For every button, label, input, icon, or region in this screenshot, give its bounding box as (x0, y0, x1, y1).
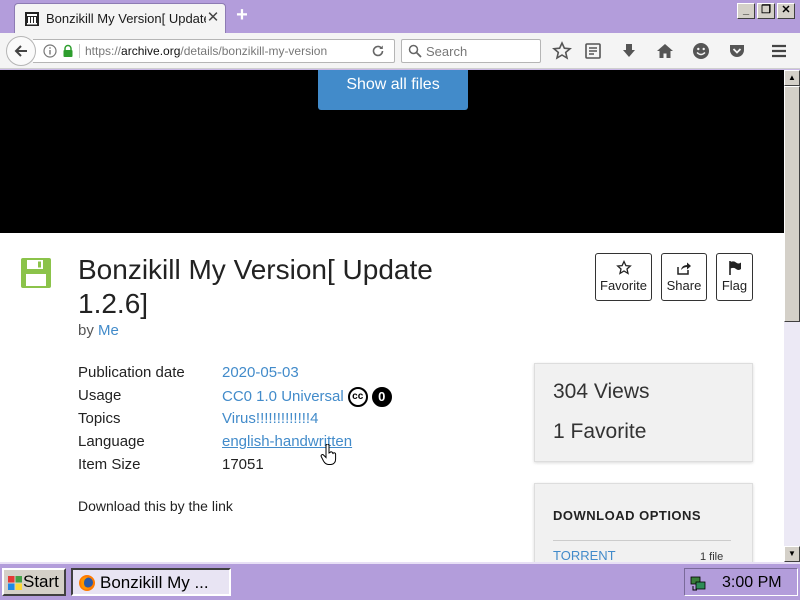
info-icon[interactable] (43, 44, 57, 58)
tab-title: Bonzikill My Version[ Update 1.2.6] (46, 11, 206, 26)
taskbar: Start Bonzikill My ... 3:00 PM (0, 562, 800, 600)
download-options-title: DOWNLOAD OPTIONS (553, 508, 702, 523)
language-label: Language (78, 433, 145, 450)
topics-link[interactable]: Virus!!!!!!!!!!!!!4 (222, 410, 318, 427)
cc-license-icon[interactable]: cc (347, 387, 368, 407)
search-icon (408, 44, 422, 58)
hand-cursor-icon (320, 444, 337, 465)
reload-icon[interactable] (370, 43, 386, 59)
network-tray-icon[interactable] (689, 574, 707, 592)
tab-strip: Bonzikill My Version[ Update 1.2.6] ✕ + … (0, 0, 800, 33)
byline: by Me (78, 322, 119, 339)
usage-license-link[interactable]: CC0 1.0 Universal (222, 388, 344, 405)
metadata-row-usage: Usage CC0 1.0 Universal cc 0 (78, 387, 498, 410)
firefox-icon (79, 575, 95, 591)
pocket-icon[interactable] (727, 41, 747, 61)
download-options-panel: DOWNLOAD OPTIONS TORRENT 1 file (534, 483, 753, 562)
url-text[interactable]: https://archive.org/details/bonzikill-my… (85, 44, 365, 58)
metadata-list: Publication date 2020-05-03 Usage CC0 1.… (78, 364, 498, 479)
system-tray: 3:00 PM (684, 568, 798, 596)
browser-tab[interactable]: Bonzikill My Version[ Update 1.2.6] ✕ (14, 3, 226, 33)
taskbar-clock: 3:00 PM (722, 574, 782, 591)
taskbar-firefox-button[interactable]: Bonzikill My ... (71, 568, 231, 596)
favorite-button[interactable]: Favorite (595, 253, 652, 301)
new-tab-plus-icon[interactable]: + (232, 5, 252, 25)
close-window-button[interactable]: ✕ (777, 3, 795, 19)
page-viewport: Show all files Bonzikill My Version[ Upd… (0, 70, 784, 562)
by-label: by (78, 322, 94, 339)
search-placeholder: Search (426, 44, 468, 59)
lock-icon[interactable] (61, 44, 75, 58)
item-size-value: 17051 (222, 456, 264, 473)
minimize-button[interactable]: _ (737, 3, 755, 19)
publication-date-link[interactable]: 2020-05-03 (222, 364, 299, 381)
maximize-button[interactable]: ❐ (757, 3, 775, 19)
share-icon (677, 262, 691, 275)
scrollbar-thumb[interactable] (784, 86, 800, 322)
views-count: 304 Views (553, 380, 650, 403)
windows-logo-icon (8, 576, 22, 590)
metadata-row-publication-date: Publication date 2020-05-03 (78, 364, 498, 387)
star-icon (615, 260, 632, 275)
favorites-count: 1 Favorite (553, 420, 647, 443)
start-label: Start (23, 572, 59, 591)
topics-label: Topics (78, 410, 121, 427)
url-separator (79, 44, 80, 58)
usage-label: Usage (78, 387, 122, 404)
floppy-disk-icon (21, 258, 51, 288)
cc-zero-icon[interactable]: 0 (371, 387, 392, 407)
taskbar-task-label: Bonzikill My ... (100, 573, 209, 592)
hamburger-menu-icon[interactable] (769, 41, 789, 61)
item-description: Download this by the link (78, 498, 233, 514)
tab-close-icon[interactable]: ✕ (205, 10, 221, 26)
show-all-files-button[interactable]: Show all files (318, 70, 468, 110)
start-button[interactable]: Start (2, 568, 66, 596)
item-size-label: Item Size (78, 456, 141, 473)
metadata-row-item-size: Item Size 17051 (78, 456, 498, 479)
media-player-area: Show all files (0, 70, 784, 233)
search-bar[interactable]: Search (401, 39, 541, 63)
torrent-download-link[interactable]: TORRENT (553, 548, 616, 562)
smiley-icon[interactable] (691, 41, 711, 61)
back-arrow-icon (14, 45, 27, 57)
vertical-scrollbar[interactable]: ▲ ▼ (784, 70, 800, 562)
flag-icon (728, 261, 741, 275)
archive-favicon-icon (25, 12, 39, 26)
stats-panel: 304 Views 1 Favorite (534, 363, 753, 462)
share-label: Share (666, 278, 702, 293)
download-arrow-icon[interactable] (619, 41, 639, 61)
bookmark-star-icon[interactable] (552, 41, 572, 61)
download-divider (553, 540, 731, 541)
publication-date-label: Publication date (78, 364, 185, 381)
share-button[interactable]: Share (661, 253, 707, 301)
author-link[interactable]: Me (98, 322, 119, 339)
item-title: Bonzikill My Version[ Update 1.2.6] (78, 254, 433, 319)
torrent-file-count: 1 file (700, 551, 724, 562)
flag-label: Flag (721, 278, 748, 293)
navigation-toolbar: https://archive.org/details/bonzikill-my… (0, 33, 800, 69)
metadata-row-language: Language english-handwritten (78, 433, 498, 456)
home-icon[interactable] (655, 41, 675, 61)
back-button[interactable] (6, 36, 36, 66)
usage-value: CC0 1.0 Universal cc 0 (222, 387, 392, 407)
flag-button[interactable]: Flag (716, 253, 753, 301)
scroll-up-arrow-icon[interactable]: ▲ (784, 70, 800, 86)
url-bar[interactable]: https://archive.org/details/bonzikill-my… (33, 39, 395, 63)
metadata-row-topics: Topics Virus!!!!!!!!!!!!!4 (78, 410, 498, 433)
favorite-label: Favorite (600, 278, 647, 293)
scroll-down-arrow-icon[interactable]: ▼ (784, 546, 800, 562)
reading-list-icon[interactable] (583, 41, 603, 61)
